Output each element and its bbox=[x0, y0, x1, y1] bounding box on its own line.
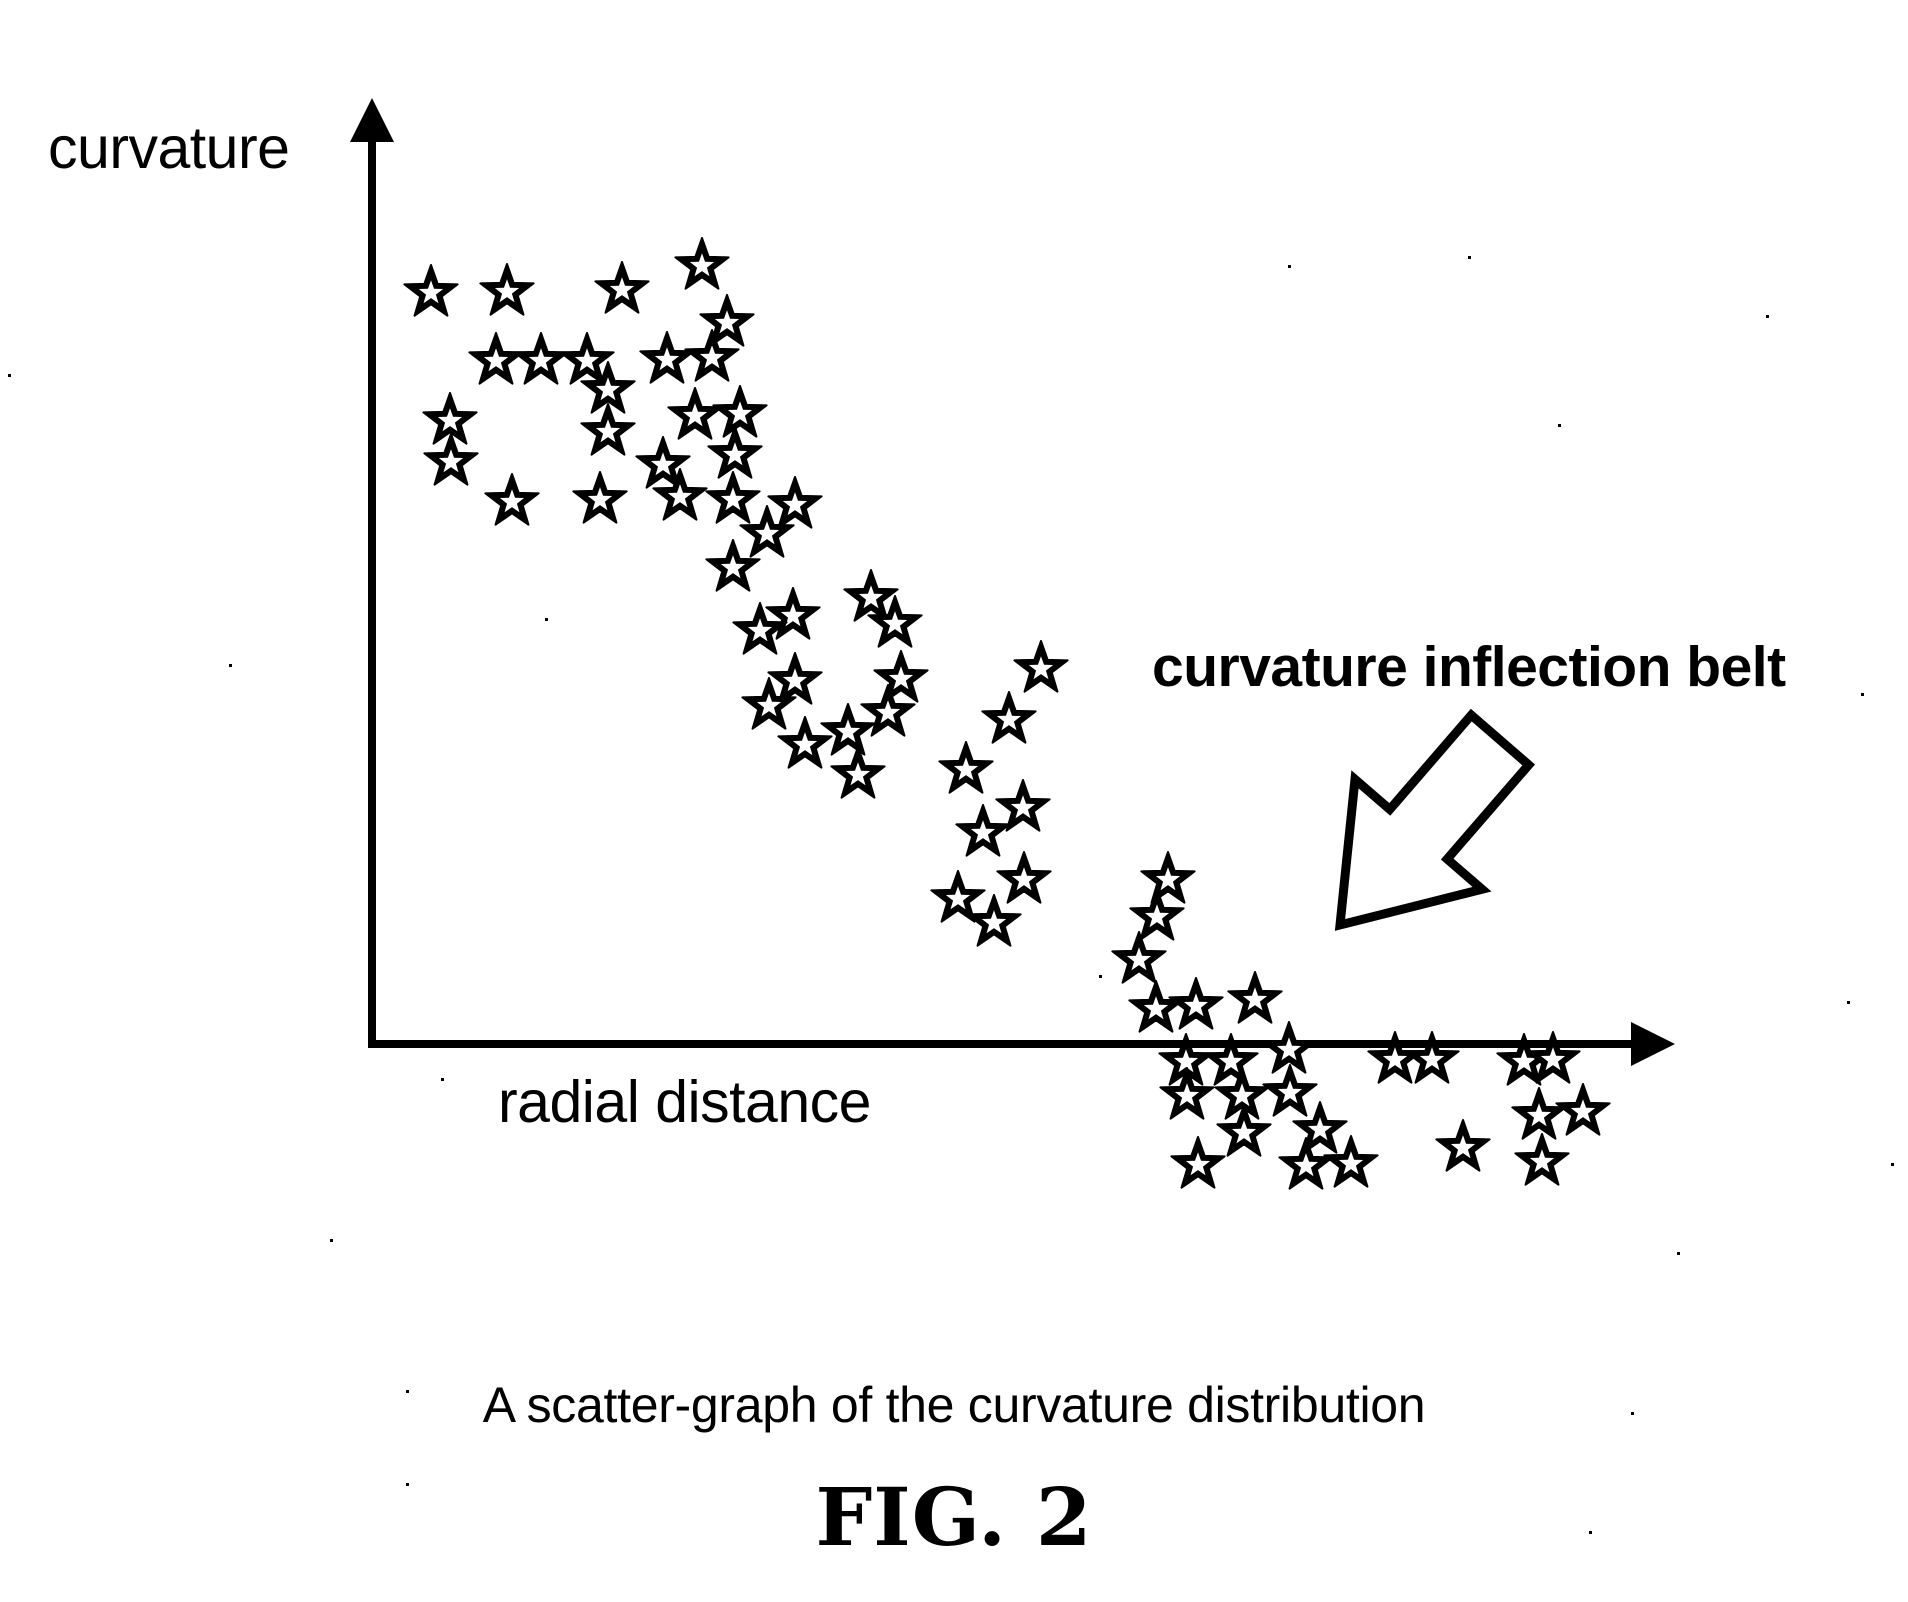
scan-speckle bbox=[1891, 1163, 1894, 1166]
scan-speckle bbox=[545, 618, 548, 621]
scan-speckle bbox=[330, 1239, 333, 1242]
scan-speckle bbox=[1468, 256, 1471, 259]
y-axis-label: curvature bbox=[48, 115, 290, 181]
scan-speckle bbox=[1766, 315, 1769, 318]
scan-speckle bbox=[1558, 424, 1561, 427]
curvature-inflection-belt-label: curvature inflection belt bbox=[1152, 635, 1786, 699]
scan-speckle bbox=[1288, 265, 1291, 268]
page-background bbox=[0, 0, 1908, 1602]
figure-caption: A scatter-graph of the curvature distrib… bbox=[482, 1377, 1426, 1433]
figure-number: FIG. 2 bbox=[815, 1470, 1093, 1564]
figure-page: curvature radial distance curvature infl… bbox=[0, 0, 1908, 1602]
scan-speckle bbox=[8, 374, 11, 377]
x-axis-label: radial distance bbox=[498, 1069, 871, 1135]
scan-speckle bbox=[229, 664, 232, 667]
scatter-graph-figure bbox=[0, 0, 1908, 1602]
scan-speckle bbox=[1847, 1001, 1850, 1004]
scan-speckle bbox=[1677, 1252, 1680, 1255]
scan-speckle bbox=[1099, 975, 1102, 978]
scan-speckle bbox=[1861, 693, 1864, 696]
scan-speckle bbox=[441, 1078, 444, 1081]
